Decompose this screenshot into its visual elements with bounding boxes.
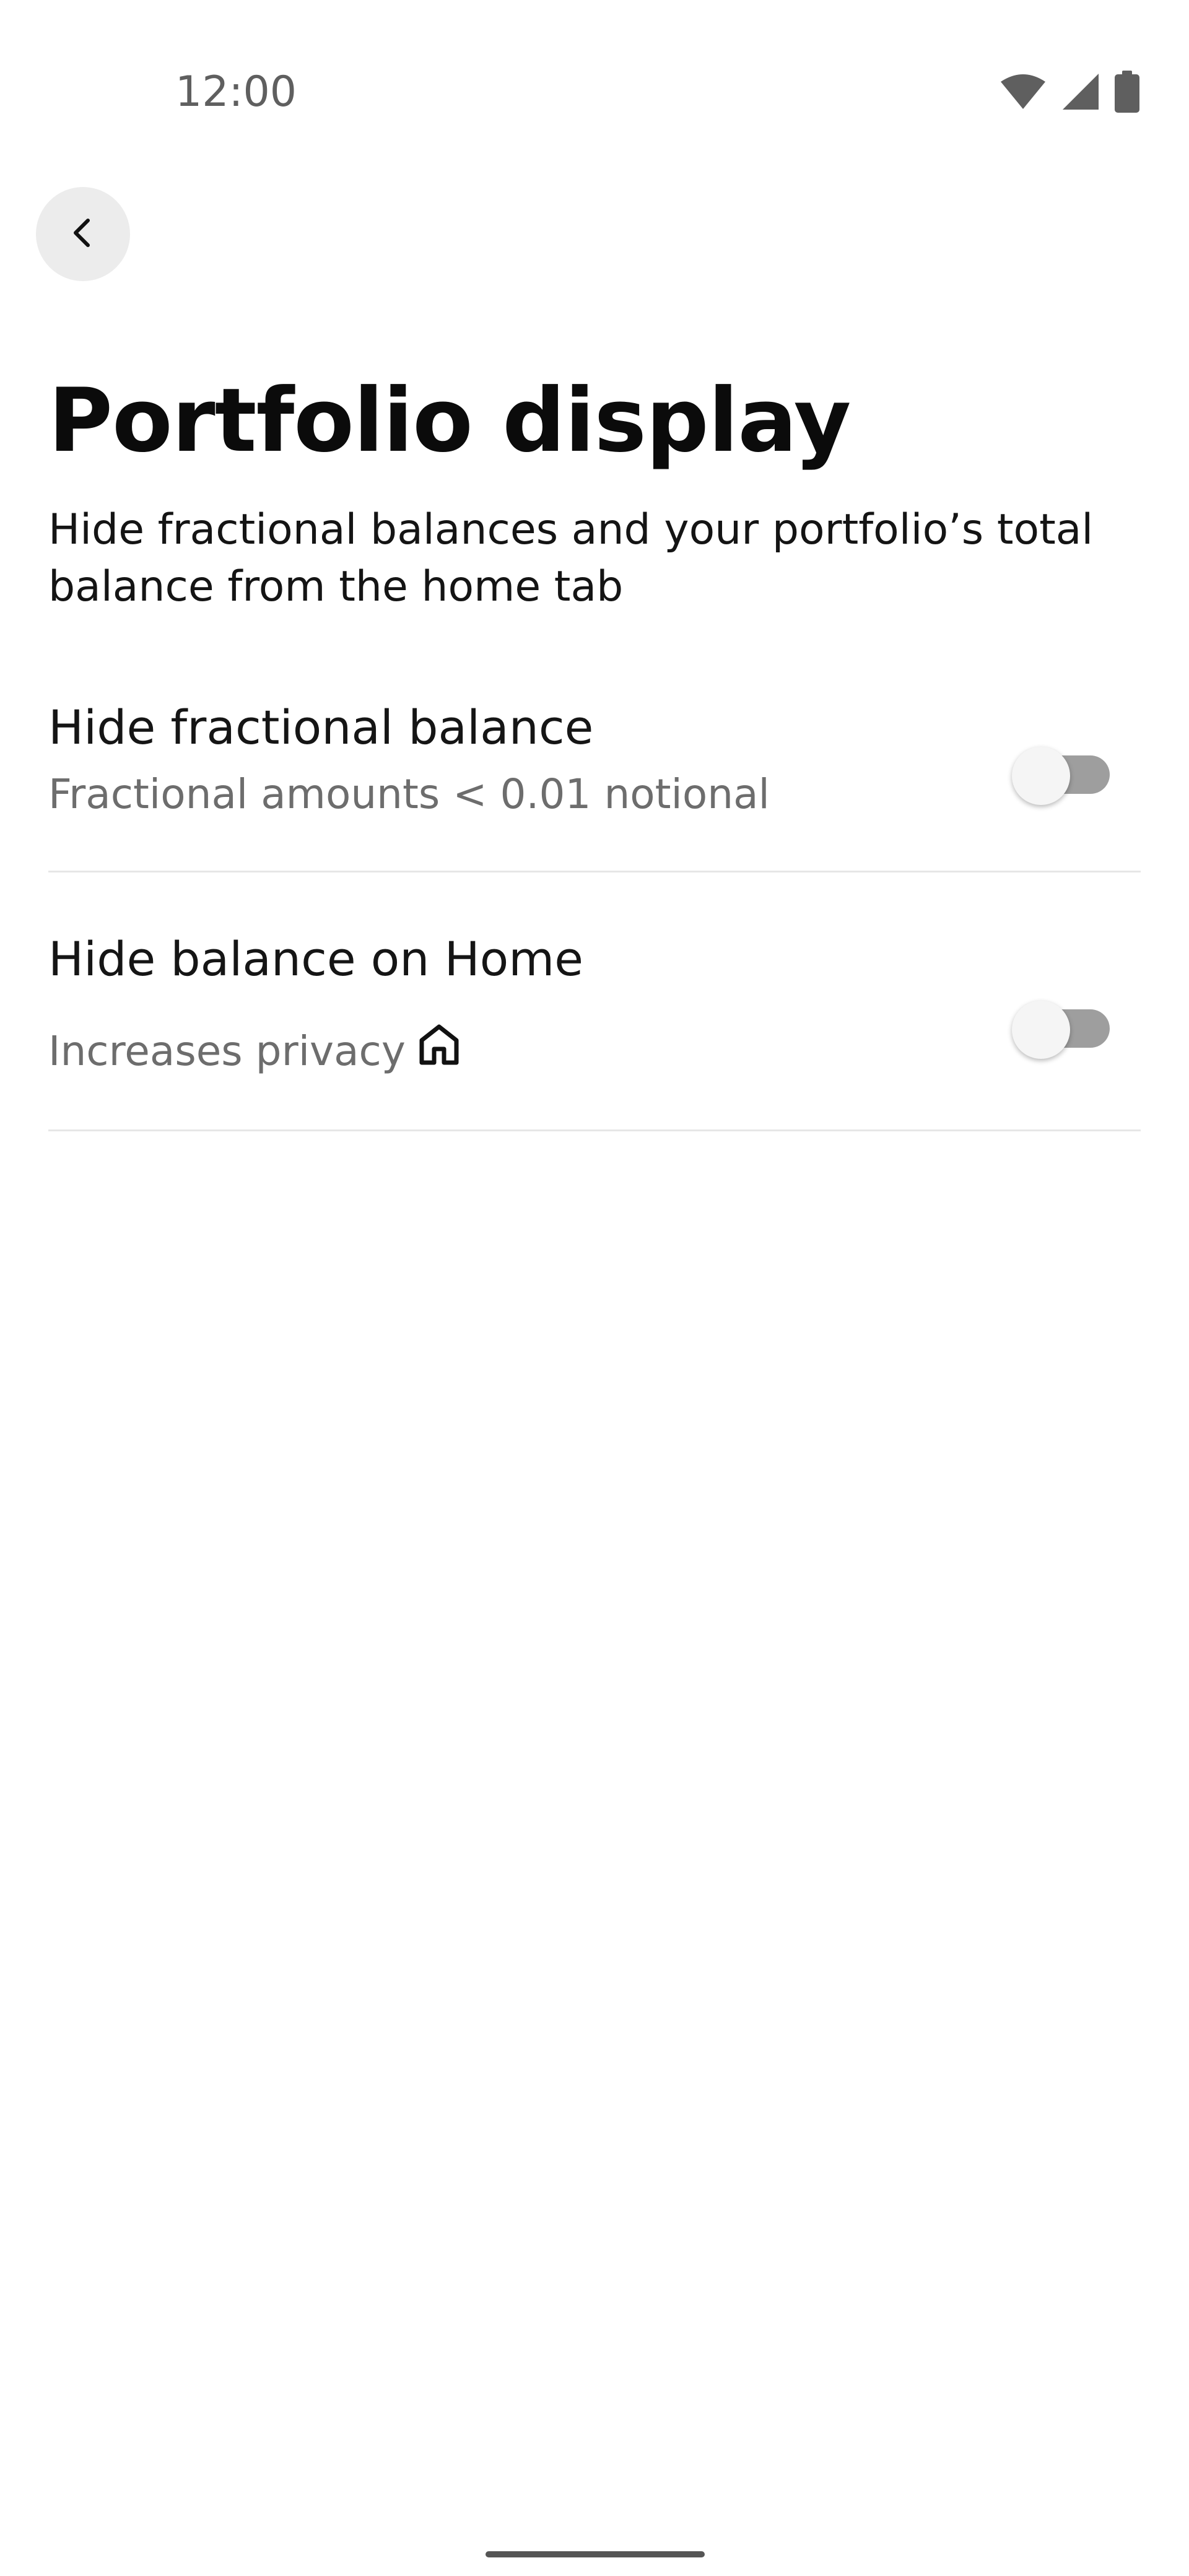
status-bar: 12:00 [0, 0, 1189, 161]
home-icon [417, 1022, 461, 1081]
status-time: 12:00 [175, 67, 297, 116]
cellular-signal-icon [1061, 72, 1100, 111]
status-icons [1000, 67, 1139, 116]
hide-balance-on-home-toggle[interactable] [1012, 991, 1111, 1059]
setting-subtitle-text: Increases privacy [48, 1027, 406, 1075]
setting-subtitle: Fractional amounts < 0.01 notional [48, 767, 770, 822]
page-description: Hide fractional balances and your portfo… [48, 505, 1094, 611]
hide-fractional-balance-toggle[interactable] [1012, 737, 1111, 805]
setting-subtitle: Increases privacy [48, 1022, 461, 1081]
chevron-left-icon [64, 214, 102, 254]
wifi-icon [1000, 73, 1047, 110]
setting-row-hide-balance-on-home[interactable]: Hide balance on Home Increases privacy [48, 925, 1141, 1131]
home-indicator[interactable] [486, 2551, 705, 2557]
setting-subtitle-text: Fractional amounts < 0.01 notional [48, 770, 770, 818]
toggle-thumb [1012, 1001, 1070, 1059]
toggle-thumb [1012, 747, 1070, 805]
page-title: Portfolio display [48, 370, 851, 472]
setting-title: Hide fractional balance [48, 700, 594, 755]
setting-title: Hide balance on Home [48, 931, 584, 986]
back-button[interactable] [36, 187, 130, 281]
portfolio-display-screen: 12:00 Portfolio display Hide fractional … [0, 0, 1189, 2576]
setting-row-hide-fractional-balance[interactable]: Hide fractional balance Fractional amoun… [48, 694, 1141, 872]
battery-icon [1115, 71, 1139, 113]
